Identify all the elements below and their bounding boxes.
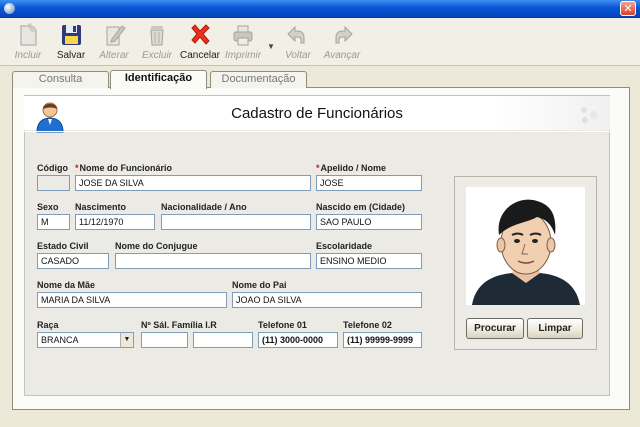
required-mark: * <box>75 163 79 173</box>
raca-label: Raça <box>37 320 59 330</box>
ir-field[interactable] <box>193 332 253 348</box>
excluir-label: Excluir <box>141 50 172 61</box>
printer-icon <box>233 25 253 46</box>
imprimir-button[interactable]: Imprimir <box>221 20 265 64</box>
apelido-label: *Apelido / Nome <box>316 163 386 173</box>
tab-documentacao[interactable]: Documentação <box>210 71 307 88</box>
required-mark: * <box>316 163 320 173</box>
window-titlebar: ✕ <box>0 0 640 18</box>
codigo-label: Código <box>37 163 68 173</box>
telefone1-label: Telefone 01 <box>258 320 307 330</box>
decorative-dots-icon <box>581 107 598 123</box>
nascido-em-field[interactable]: SAO PAULO <box>316 214 422 230</box>
conjuge-field[interactable] <box>115 253 311 269</box>
nome-pai-field[interactable]: JOAO DA SILVA <box>232 292 422 308</box>
chevron-down-icon[interactable]: ▼ <box>120 333 133 347</box>
nascimento-field[interactable]: 11/12/1970 <box>75 214 155 230</box>
sal-familia-field[interactable] <box>141 332 188 348</box>
cancelar-label: Cancelar <box>179 50 221 61</box>
conjuge-label: Nome do Conjugue <box>115 241 198 251</box>
trash-bin-icon <box>150 26 164 46</box>
excluir-button[interactable]: Excluir <box>135 20 179 64</box>
avancar-label: Avançar <box>323 50 361 61</box>
raca-selected-value: BRANCA <box>41 335 79 345</box>
red-x-icon <box>191 24 210 45</box>
nome-funcionario-label-text: Nome do Funcionário <box>79 163 173 173</box>
toolbar: Incluir Salvar Alterar Excluir Cancelar <box>0 18 640 66</box>
page-title: Cadastro de Funcionários <box>231 105 403 122</box>
nascido-em-label: Nascido em (Cidade) <box>316 202 406 212</box>
codigo-field[interactable] <box>37 175 70 191</box>
nome-funcionario-field[interactable]: JOSE DA SILVA <box>75 175 311 191</box>
floppy-disk-icon <box>62 25 81 45</box>
apelido-label-text: Apelido / Nome <box>320 163 387 173</box>
nome-funcionario-label: *Nome do Funcionário <box>75 163 172 173</box>
employee-user-icon <box>36 102 64 133</box>
avancar-button[interactable]: Avançar <box>320 20 364 64</box>
telefone2-label: Telefone 02 <box>343 320 392 330</box>
back-arrow-icon <box>287 25 305 44</box>
telefone1-field[interactable]: (11) 3000-0000 <box>258 332 338 348</box>
estado-civil-field[interactable]: CASADO <box>37 253 109 269</box>
tab-identificacao[interactable]: Identificação <box>110 70 207 89</box>
cancelar-button[interactable]: Cancelar <box>178 20 222 64</box>
document-add-icon <box>20 23 37 46</box>
sal-familia-label: Nº Sál. Família I.R <box>141 320 217 330</box>
estado-civil-label: Estado Civil <box>37 241 89 251</box>
raca-select[interactable]: BRANCA ▼ <box>37 332 134 348</box>
tab-consulta[interactable]: Consulta <box>12 71 109 88</box>
nome-mae-field[interactable]: MARIA DA SILVA <box>37 292 227 308</box>
escolaridade-field[interactable]: ENSINO MEDIO <box>316 253 422 269</box>
nacionalidade-field[interactable] <box>161 214 311 230</box>
apelido-field[interactable]: JOSE <box>316 175 422 191</box>
imprimir-label: Imprimir <box>224 50 262 61</box>
print-dropdown-arrow[interactable]: ▼ <box>267 42 275 51</box>
sexo-field[interactable]: M <box>37 214 70 230</box>
header-separator <box>24 131 610 132</box>
alterar-button[interactable]: Alterar <box>92 20 136 64</box>
document-edit-icon <box>106 25 126 46</box>
voltar-button[interactable]: Voltar <box>276 20 320 64</box>
employee-photo <box>466 187 585 305</box>
salvar-label: Salvar <box>56 50 86 61</box>
procurar-button[interactable]: Procurar <box>466 318 524 339</box>
alterar-label: Alterar <box>99 50 129 61</box>
app-icon <box>4 3 15 14</box>
salvar-button[interactable]: Salvar <box>49 20 93 64</box>
telefone2-field[interactable]: (11) 99999-9999 <box>343 332 422 348</box>
nome-pai-label: Nome do Pai <box>232 280 287 290</box>
sexo-label: Sexo <box>37 202 59 212</box>
incluir-label: Incluir <box>14 50 42 61</box>
incluir-button[interactable]: Incluir <box>6 20 50 64</box>
limpar-button[interactable]: Limpar <box>527 318 583 339</box>
nome-mae-label: Nome da Mãe <box>37 280 96 290</box>
nascimento-label: Nascimento <box>75 202 127 212</box>
nacionalidade-label: Nacionalidade / Ano <box>161 202 247 212</box>
close-button[interactable]: ✕ <box>620 1 636 16</box>
forward-arrow-icon <box>335 25 353 44</box>
form-header: Cadastro de Funcionários <box>24 96 610 130</box>
escolaridade-label: Escolaridade <box>316 241 373 251</box>
voltar-label: Voltar <box>285 50 311 61</box>
